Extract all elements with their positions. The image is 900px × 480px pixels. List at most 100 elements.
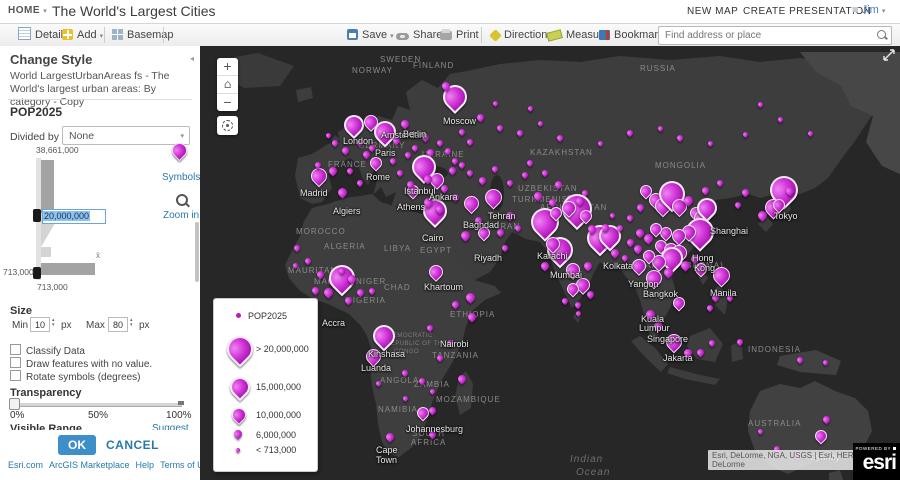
toolbar-separator	[104, 27, 105, 43]
footer-links: Esri.com ArcGIS Marketplace Help Terms of U…	[8, 459, 200, 471]
locate-button[interactable]	[217, 116, 238, 135]
histogram-bar	[41, 160, 54, 213]
search-box	[658, 26, 892, 45]
ocean-label: Indian	[570, 454, 604, 465]
city-label: Town	[376, 455, 398, 465]
home-menu[interactable]: HOME ▾	[8, 5, 47, 16]
country-label: REPUBLIC OF THE	[386, 341, 448, 347]
search-input[interactable]	[663, 28, 872, 43]
country-label: FINLAND	[413, 61, 455, 70]
max-stepper[interactable]: ▴ ▾	[130, 318, 133, 328]
add-button[interactable]: Add ▾	[62, 24, 103, 46]
transparency-0: 0%	[10, 410, 25, 421]
panel-scrollbar[interactable]	[195, 222, 199, 282]
divider	[8, 99, 192, 100]
collapse-panel-icon[interactable]: ◂	[190, 54, 194, 63]
transparency-slider-handle[interactable]	[9, 398, 20, 410]
legend-item: < 713,000	[220, 443, 312, 457]
country-label: MOROCCO	[296, 227, 346, 236]
home-extent-button[interactable]: ⌂	[217, 76, 238, 94]
share-button[interactable]: Share	[396, 24, 442, 46]
city-label: Jakarta	[663, 353, 693, 363]
legend-item-label: 6,000,000	[256, 430, 297, 440]
toolbar-separator	[481, 27, 482, 43]
transparency-slider-track[interactable]	[10, 403, 182, 407]
city-label: Cairo	[422, 233, 444, 243]
draw-no-value-checkbox[interactable]	[10, 357, 21, 368]
country-label: AFRICA	[411, 438, 447, 447]
min-label: Min	[12, 320, 29, 331]
zoom-in-link[interactable]: Zoom in	[163, 210, 199, 221]
symbols-link[interactable]: Symbols	[162, 172, 200, 183]
min-stepper[interactable]: ▴ ▾	[52, 318, 55, 328]
min-size-input[interactable]	[30, 317, 50, 332]
city-label: Yangon	[628, 279, 659, 289]
user-menu[interactable]: ■ Jim ▾	[852, 4, 885, 16]
city-label: Baghdad	[463, 220, 500, 230]
city-label: Hong	[692, 253, 714, 263]
country-label: UZBEKISTAN	[518, 184, 578, 193]
ok-button[interactable]: OK	[58, 435, 96, 455]
print-button[interactable]: Print	[440, 24, 479, 46]
panel-footer	[0, 430, 200, 458]
classify-data-checkbox[interactable]	[10, 344, 21, 355]
search-icon[interactable]	[877, 30, 886, 39]
size-label: Size	[10, 305, 33, 317]
city-label: Mumbai	[550, 270, 583, 280]
cancel-button[interactable]: CANCEL	[106, 438, 159, 452]
legend-pin-cell	[220, 427, 256, 443]
country-label: INDONESIA	[748, 345, 802, 354]
zoom-in-button[interactable]: +	[217, 58, 238, 76]
city-label: Lumpur	[639, 323, 670, 333]
city-label: Ankara	[429, 192, 458, 202]
city-label: Madrid	[300, 188, 328, 198]
city-label: Accra	[322, 318, 346, 328]
measure-icon	[546, 29, 563, 42]
directions-icon	[489, 29, 502, 42]
map-canvas[interactable]: NORWAY SWEDEN FINLAND RUSSIA KAZAKHSTAN MONGO…	[200, 46, 900, 480]
zoom-out-button[interactable]: −	[217, 94, 238, 111]
transparency-100: 100%	[166, 410, 192, 421]
country-label: EGYPT	[420, 246, 453, 255]
city-label: Kolkata	[603, 261, 634, 271]
legend-item-label: > 20,000,000	[256, 344, 309, 354]
footer-link[interactable]: Help	[136, 460, 155, 470]
country-label: KAZAKHSTAN	[530, 148, 593, 157]
footer-link[interactable]: Terms of Use	[160, 460, 200, 470]
city-label: Tehran	[488, 211, 516, 221]
country-label: RUSSIA	[640, 64, 676, 73]
chevron-down-icon: ▾	[390, 32, 394, 40]
map-title: The World's Largest Cities	[52, 3, 216, 19]
zoom-in-icon	[176, 194, 188, 206]
legend-layer-dot	[236, 313, 241, 318]
divided-by-label: Divided by	[10, 131, 60, 143]
rotate-symbols-row: Rotate symbols (degrees)	[10, 370, 141, 383]
toolbar: Details Add ▾ Basemap Save ▾ Share Print…	[0, 24, 900, 47]
basemap-button[interactable]: Basemap	[112, 24, 173, 46]
city-label: Nairobi	[440, 339, 469, 349]
country-label: NIGER	[356, 277, 387, 286]
footer-link[interactable]: ArcGIS Marketplace	[49, 460, 130, 470]
esri-logo: POWERED BY esri	[853, 443, 900, 480]
histogram-lower-handle[interactable]	[33, 267, 41, 279]
max-label: Max	[86, 320, 105, 331]
divided-by-select[interactable]: None ▾	[62, 126, 190, 145]
expand-map-icon[interactable]	[883, 49, 895, 61]
legend-item: 15,000,000	[220, 371, 312, 403]
histogram-min-label: 713,000	[3, 267, 34, 277]
directions-button[interactable]: Directions	[489, 24, 553, 46]
attribute-name: POP2025	[10, 105, 63, 119]
classify-data-row: Classify Data	[10, 344, 85, 357]
country-label: NORWAY	[352, 66, 393, 75]
country-label: ALGERIA	[324, 242, 366, 251]
footer-link[interactable]: Esri.com	[8, 460, 43, 470]
max-size-input[interactable]	[108, 317, 128, 332]
rotate-symbols-checkbox[interactable]	[10, 370, 21, 381]
save-button[interactable]: Save ▾	[347, 24, 394, 46]
histogram-upper-handle[interactable]	[33, 209, 41, 222]
new-map-button[interactable]: NEW MAP	[687, 6, 738, 17]
country-label: MOZAMBIQUE	[436, 395, 501, 404]
city-label: Shanghai	[710, 226, 749, 236]
break-value-input[interactable]: 20,000,000	[42, 209, 106, 224]
city-label: Singapore	[647, 334, 689, 344]
